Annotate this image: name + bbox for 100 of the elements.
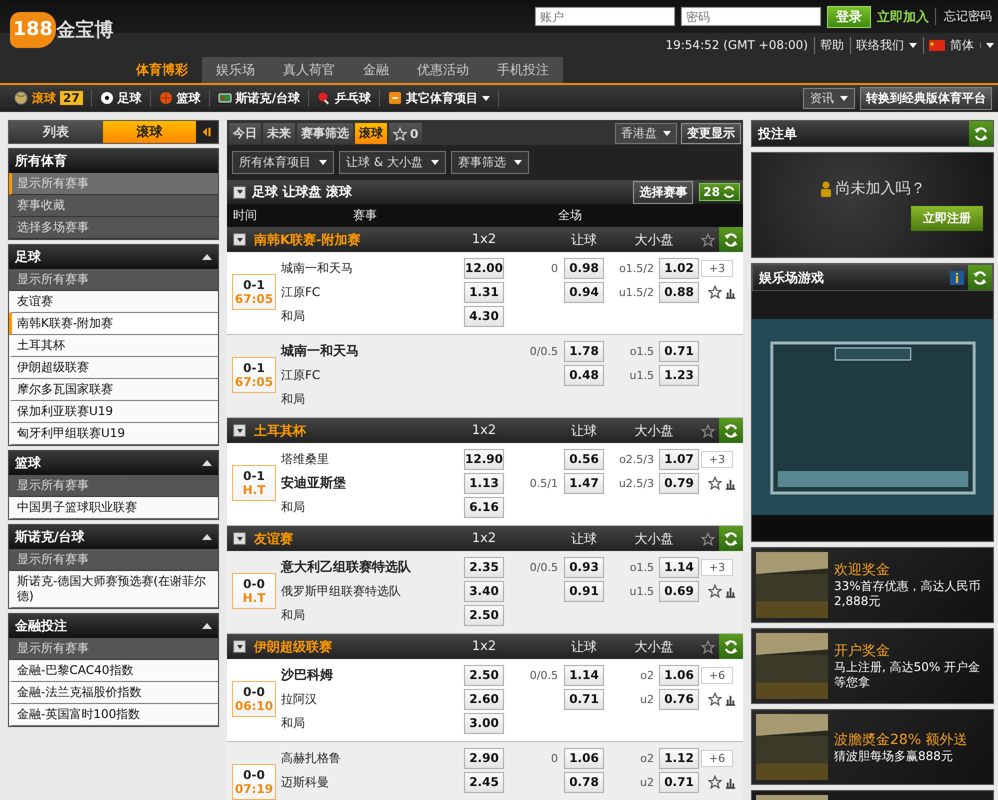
filter-tab[interactable]: 赛事筛选	[297, 123, 353, 144]
nav-tab[interactable]: 手机投注	[483, 57, 563, 83]
info-icon[interactable]	[950, 270, 964, 284]
odds-format-dropdown[interactable]: 香港盘	[615, 123, 677, 144]
select-events-button[interactable]: 选择赛事	[633, 180, 694, 204]
refresh-button[interactable]	[719, 227, 743, 252]
sport-link[interactable]: 其它体育项目	[380, 90, 500, 106]
sidebar-item[interactable]: 显示所有赛事	[9, 638, 218, 660]
odds-button[interactable]: 1.14	[659, 556, 699, 578]
classic-version-button[interactable]: 转换到经典版体育平台	[860, 86, 992, 110]
star-icon[interactable]	[701, 424, 715, 438]
group-header[interactable]: 足球	[9, 245, 218, 269]
sidebar-item[interactable]: 金融-法兰克福股价指数	[9, 682, 218, 704]
star-icon[interactable]	[701, 232, 715, 246]
sidebar-item[interactable]: 金融-英国富时100指数	[9, 704, 218, 726]
odds-button[interactable]: 2.45	[464, 772, 504, 792]
odds-button[interactable]: 1.47	[564, 472, 604, 494]
collapse-arrow-icon[interactable]	[202, 254, 212, 260]
sidebar-tab[interactable]: 列表	[9, 121, 102, 143]
expand-icon[interactable]	[233, 640, 246, 653]
forgot-password-link[interactable]: 忘记密码	[935, 8, 992, 25]
sidebar-tab[interactable]: 滚球	[102, 121, 196, 143]
odds-button[interactable]: 2.90	[464, 748, 504, 768]
star-icon[interactable]	[708, 285, 722, 299]
more-markets-button[interactable]: +6	[701, 750, 733, 766]
odds-button[interactable]: 0.69	[659, 580, 699, 602]
sidebar-item[interactable]: 摩尔多瓦国家联赛	[9, 379, 218, 401]
sport-link[interactable]: 足球	[92, 90, 151, 106]
news-dropdown[interactable]: 资讯	[803, 88, 855, 108]
filter-tab[interactable]: 今日	[229, 123, 261, 144]
sport-link[interactable]: 篮球	[150, 90, 210, 106]
star-icon[interactable]	[701, 532, 715, 546]
favorites-tab[interactable]: 0	[389, 123, 422, 144]
odds-button[interactable]: 0.71	[659, 772, 699, 792]
header-link[interactable]: 联络我们	[850, 36, 917, 54]
sidebar-item[interactable]: 显示所有赛事	[9, 549, 218, 571]
sport-link[interactable]: 乒乓球	[309, 90, 380, 106]
password-field[interactable]: 密码	[681, 7, 821, 26]
sidebar-item[interactable]: 显示所有赛事	[9, 269, 218, 291]
odds-button[interactable]: 2.60	[464, 688, 504, 710]
filter-tab[interactable]: 未来	[263, 123, 295, 144]
filter-dropdown[interactable]: 赛事筛选	[451, 151, 529, 174]
refresh-button[interactable]	[968, 265, 992, 290]
group-header[interactable]: 金融投注	[9, 614, 218, 638]
account-field[interactable]: 账户	[535, 7, 675, 26]
sidebar-item[interactable]: 显示所有赛事	[9, 475, 218, 497]
more-markets-button[interactable]: +3	[701, 558, 733, 576]
odds-button[interactable]: 0.93	[564, 556, 604, 578]
odds-button[interactable]: 0.71	[659, 340, 699, 362]
odds-button[interactable]: 1.12	[659, 748, 699, 768]
odds-button[interactable]: 2.50	[464, 604, 504, 626]
odds-button[interactable]: 0.71	[564, 688, 604, 710]
odds-button[interactable]: 1.14	[564, 664, 604, 686]
sidebar-item[interactable]: 匈牙利甲组联赛U19	[9, 423, 218, 445]
odds-button[interactable]: 2.35	[464, 556, 504, 578]
promo-banner[interactable]: 波膽奬金28% 额外送 猜波胆每场多赢888元	[751, 709, 994, 785]
expand-icon[interactable]	[233, 233, 246, 246]
odds-button[interactable]: 0.79	[659, 472, 699, 494]
nav-tab[interactable]: 金融	[349, 57, 403, 83]
odds-button[interactable]: 1.78	[564, 340, 604, 362]
odds-button[interactable]: 6.16	[464, 496, 504, 518]
refresh-button[interactable]	[719, 418, 743, 443]
star-icon[interactable]	[708, 775, 722, 789]
language-link[interactable]: 简体	[950, 36, 974, 54]
sidebar-item[interactable]: 显示所有赛事	[9, 173, 218, 195]
odds-button[interactable]: 0.76	[659, 688, 699, 710]
sport-link[interactable]: 滚球 27	[6, 90, 92, 106]
nav-tab[interactable]: 真人荷官	[269, 57, 349, 83]
odds-button[interactable]: 4.30	[464, 306, 504, 326]
star-icon[interactable]	[708, 584, 722, 598]
filter-dropdown[interactable]: 让球 & 大小盘	[339, 151, 446, 174]
odds-button[interactable]: 1.13	[464, 472, 504, 494]
collapse-arrow-icon[interactable]	[202, 534, 212, 540]
sidebar-item[interactable]: 保加利亚联赛U19	[9, 401, 218, 423]
filter-tab[interactable]: 滚球	[355, 123, 387, 144]
join-link[interactable]: 立即加入	[877, 8, 929, 26]
odds-button[interactable]: 0.48	[564, 364, 604, 386]
collapse-arrow-icon[interactable]	[202, 460, 212, 466]
sidebar-item[interactable]: 斯诺克-德国大师赛预选赛(在谢菲尔德)	[9, 571, 218, 608]
sidebar-item[interactable]: 友谊赛	[9, 291, 218, 313]
more-markets-button[interactable]: +6	[701, 666, 733, 684]
star-icon[interactable]	[708, 476, 722, 490]
expand-icon[interactable]	[233, 424, 246, 437]
refresh-button[interactable]	[719, 634, 743, 659]
filter-dropdown[interactable]: 所有体育项目	[232, 151, 334, 174]
sidebar-item[interactable]: 伊朗超级联赛	[9, 357, 218, 379]
sidebar-item[interactable]: 中国男子篮球职业联赛	[9, 497, 218, 519]
group-header[interactable]: 篮球	[9, 451, 218, 475]
group-header[interactable]: 斯诺克/台球	[9, 525, 218, 549]
odds-button[interactable]: 0.98	[564, 258, 604, 278]
expand-icon[interactable]	[233, 186, 246, 198]
odds-button[interactable]: 0.88	[659, 282, 699, 302]
group-header[interactable]: 所有体育	[9, 149, 218, 173]
expand-icon[interactable]	[233, 532, 246, 545]
collapse-arrow-icon[interactable]	[202, 623, 212, 629]
promo-banner[interactable]: 欢迎奖金 33%首存优惠，高达人民币 2,888元	[751, 547, 994, 623]
star-icon[interactable]	[708, 692, 722, 706]
refresh-count-button[interactable]: 28	[699, 183, 740, 201]
odds-button[interactable]: 0.56	[564, 448, 604, 470]
star-icon[interactable]	[701, 640, 715, 654]
